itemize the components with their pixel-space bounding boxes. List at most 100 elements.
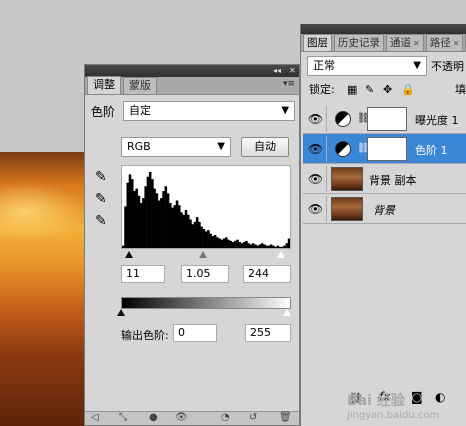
lock-paint-icon[interactable]: ✎ (365, 82, 374, 98)
layer-mask-thumbnail[interactable] (367, 107, 407, 131)
output-gradient (121, 297, 291, 309)
histogram-bar (285, 243, 289, 248)
tab-masks[interactable]: 蒙版 (123, 77, 157, 94)
histogram-bar (191, 224, 194, 248)
histogram-bar (276, 245, 280, 249)
lock-all-icon[interactable]: 🔒 (401, 82, 415, 98)
layer-name: 背景 (373, 204, 395, 217)
input-black-slider[interactable] (125, 251, 133, 258)
histogram-bar (269, 244, 273, 248)
gray-eyedropper-icon[interactable]: ✎ (95, 191, 107, 207)
input-gray-slider[interactable] (199, 251, 207, 258)
histogram-bar (135, 188, 138, 249)
histogram-bar (220, 239, 224, 248)
panel-menu-icon[interactable]: ▾≡ (283, 79, 295, 89)
channel-select[interactable]: RGB ▼ (121, 137, 231, 157)
histogram-bar (195, 217, 199, 249)
histogram-bar (146, 176, 150, 248)
layer-row[interactable]: 👁 ⛓ 曝光度 1 (303, 104, 466, 134)
layer-name: 背景 副本 (369, 174, 417, 187)
layer-row[interactable]: 👁 背景 (303, 194, 466, 224)
histogram-bar (155, 193, 159, 249)
output-levels-label: 输出色阶: (121, 329, 169, 342)
new-adjustment-icon[interactable]: ◐ (435, 390, 445, 404)
histogram-bar (166, 193, 170, 249)
clip-icon[interactable]: ● (149, 412, 158, 423)
auto-button[interactable]: 自动 (241, 137, 289, 157)
histogram-bar (263, 244, 266, 248)
histogram-bar (130, 179, 134, 249)
layer-thumbnail (331, 167, 363, 191)
expand-icon[interactable]: ⤡ (119, 412, 127, 423)
histogram-bar (122, 245, 125, 249)
watermark-text: jingyan.baidu.com (347, 410, 440, 421)
collapse-icon[interactable]: ◂◂ (273, 66, 281, 76)
histogram-bar (157, 200, 161, 248)
tab-adjustments[interactable]: 调整 (87, 76, 121, 94)
eye-icon[interactable]: 👁 (305, 136, 327, 162)
view-previous-icon[interactable]: ◔ (221, 412, 230, 423)
output-white-slider[interactable] (283, 309, 291, 316)
layers-footer: ⛓ fx Bai 经验 ◙ ◐ jingyan.baidu.com (301, 366, 466, 426)
back-icon[interactable]: ◁ (91, 412, 99, 423)
output-white-field[interactable]: 255 (245, 324, 291, 342)
layers-panel: 图层 历史记录 通道✕ 路径✕ 字符 正常▼ 不透明 锁定: ▦ ✎ ✥ 🔒 填… (300, 24, 466, 426)
tab-layers[interactable]: 图层 (303, 34, 332, 51)
adjustment-layer-icon (335, 141, 351, 157)
histogram-bar (247, 243, 250, 248)
layer-name: 色阶 1 (415, 144, 448, 157)
histogram-bar (175, 200, 179, 248)
input-gamma-field[interactable]: 1.05 (181, 265, 229, 283)
histogram-bar (184, 210, 188, 248)
tab-channels[interactable]: 通道 ✕ (386, 34, 424, 51)
layers-titlebar[interactable] (301, 24, 466, 34)
histogram-bar (151, 179, 154, 249)
histogram-bar (260, 243, 264, 248)
histogram-bar (144, 186, 147, 248)
histogram (121, 165, 291, 249)
input-black-field[interactable]: 11 (121, 265, 165, 283)
histogram-bar (234, 240, 237, 249)
black-eyedropper-icon[interactable]: ✎ (95, 169, 107, 185)
histogram-bar (137, 195, 141, 248)
visibility-icon[interactable]: 👁 (175, 412, 188, 423)
output-black-field[interactable]: 0 (173, 324, 217, 342)
reset-icon[interactable]: ↺ (249, 412, 257, 423)
layer-row-selected[interactable]: 👁 ⛓ 色阶 1 (303, 134, 466, 164)
histogram-bar (240, 243, 244, 248)
histogram-bar (256, 245, 259, 249)
histogram-bar (236, 239, 239, 248)
tab-paths[interactable]: 路径 ✕ (425, 34, 464, 51)
input-white-slider[interactable] (277, 251, 285, 258)
layer-row[interactable]: 👁 背景 副本 (303, 164, 466, 194)
histogram-bar (204, 231, 208, 249)
eye-icon[interactable]: 👁 (305, 106, 327, 132)
input-white-field[interactable]: 244 (243, 265, 291, 283)
delete-icon[interactable]: 🗑 (279, 412, 292, 423)
close-icon[interactable]: ✕ (289, 66, 296, 76)
blend-mode-select[interactable]: 正常 ▼ (307, 56, 427, 76)
output-black-slider[interactable] (117, 309, 125, 316)
histogram-bar (238, 242, 242, 248)
histogram-bar (225, 237, 228, 248)
histogram-bar (169, 202, 172, 249)
lock-transparent-icon[interactable]: ▦ (347, 82, 357, 98)
histogram-bar (198, 221, 201, 249)
histogram-bar (162, 191, 165, 248)
white-eyedropper-icon[interactable]: ✎ (95, 213, 107, 229)
tab-history[interactable]: 历史记录 (334, 34, 384, 51)
preset-select[interactable]: 自定 ▼ (123, 101, 296, 121)
histogram-bar (193, 221, 197, 249)
histogram-bar (128, 174, 132, 249)
histogram-bar (164, 186, 168, 248)
histogram-bar (281, 246, 284, 248)
eye-icon[interactable]: 👁 (305, 166, 327, 192)
canvas-image (0, 152, 86, 426)
histogram-bar (267, 245, 271, 249)
layer-mask-thumbnail[interactable] (367, 137, 407, 161)
lock-position-icon[interactable]: ✥ (383, 82, 392, 98)
adjustment-layer-icon (335, 111, 351, 127)
eye-icon[interactable]: 👁 (305, 196, 327, 222)
add-mask-icon[interactable]: ◙ (411, 390, 423, 404)
histogram-bar (180, 212, 183, 249)
